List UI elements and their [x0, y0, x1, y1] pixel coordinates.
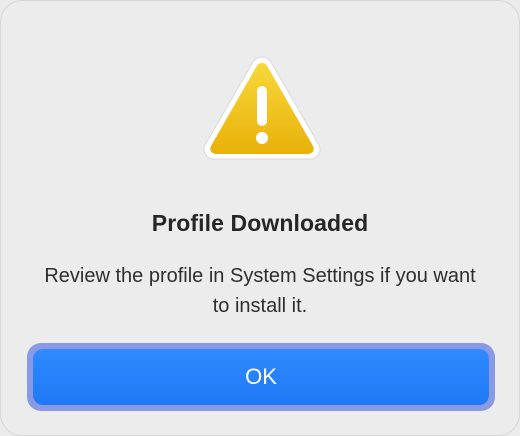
ok-button[interactable]: OK	[33, 349, 489, 405]
warning-triangle-icon	[203, 56, 321, 160]
profile-downloaded-alert: Profile Downloaded Review the profile in…	[0, 0, 520, 436]
alert-message: Review the profile in System Settings if…	[44, 265, 476, 317]
alert-title: Profile Downloaded	[151, 210, 369, 236]
